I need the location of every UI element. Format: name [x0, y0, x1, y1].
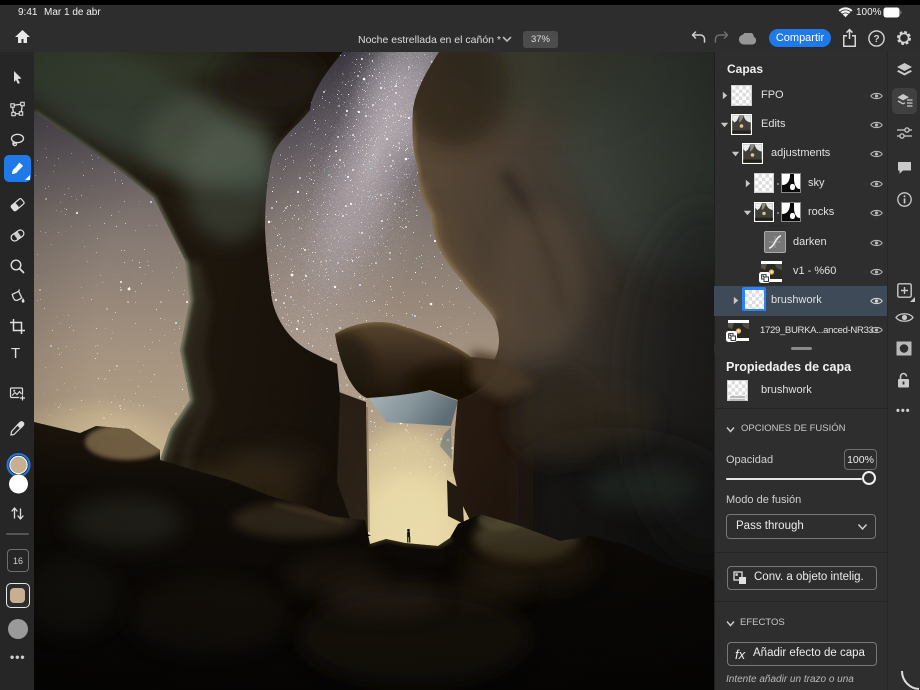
- svg-text:?: ?: [873, 34, 879, 45]
